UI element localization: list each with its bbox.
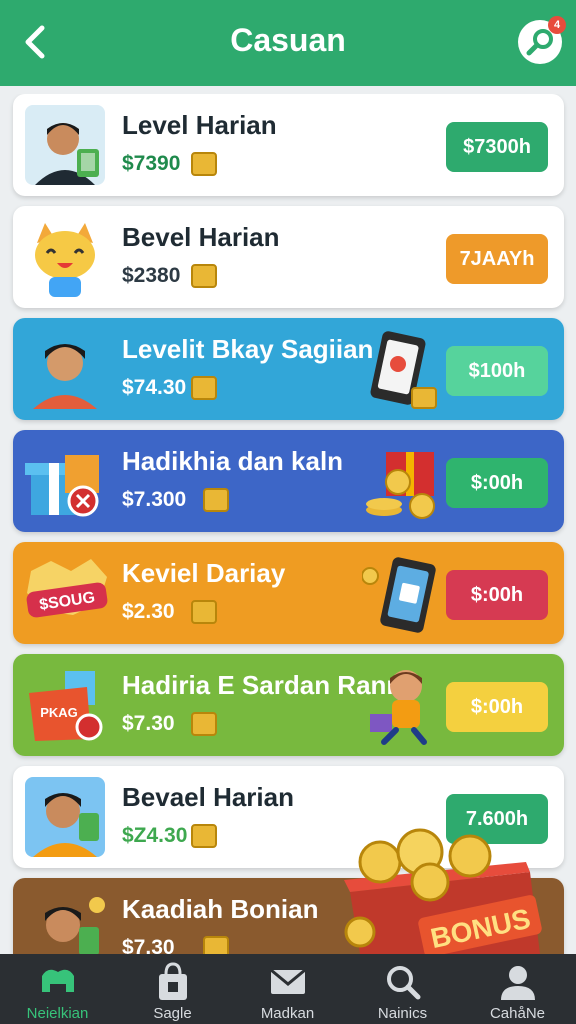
coin-icon	[191, 376, 217, 400]
reward-card[interactable]: Level Harian $7390 $7300h	[13, 94, 564, 196]
bottom-nav: Neielkian Sagle Madkan Nainics CahåNe	[0, 954, 576, 1024]
gift-bag-icon: PKAG	[25, 665, 105, 745]
coin-icon	[191, 712, 217, 736]
nav-label: Nainics	[377, 1005, 428, 1022]
search-button[interactable]: 4	[518, 16, 566, 64]
card-price: $74.30	[122, 376, 187, 399]
cat-mascot-icon	[25, 217, 105, 297]
avatar	[25, 777, 105, 857]
bonus-chest-illustration: BONUS	[340, 822, 576, 957]
nav-item-shop[interactable]: Sagle	[115, 954, 230, 1024]
claim-button[interactable]: $7300h	[446, 122, 548, 172]
reward-card[interactable]: $SOUG Keviel Dariay $2.30 $:00h	[13, 542, 564, 644]
user-icon	[501, 966, 535, 1000]
card-price: $2380	[122, 264, 181, 287]
claim-button[interactable]: $100h	[446, 346, 548, 396]
pet-icon	[42, 969, 74, 992]
bag-label-text: PKAG	[40, 705, 78, 720]
card-title: Level Harian	[122, 110, 277, 140]
card-price: $7390	[122, 152, 181, 175]
card-price: $Z4.30	[122, 824, 188, 847]
avatar	[25, 889, 105, 954]
nav-item-mail[interactable]: Madkan	[230, 954, 345, 1024]
nav-item-home[interactable]: Neielkian	[0, 954, 115, 1024]
claim-button[interactable]: $:00h	[446, 458, 548, 508]
card-title: Bevel Harian	[122, 222, 280, 252]
reward-card[interactable]: Hadikhia dan kaln $7.300 $:00h	[13, 430, 564, 532]
mail-icon	[270, 968, 306, 994]
coin-icon	[191, 264, 217, 288]
card-title: Kaadiah Bonian	[122, 894, 319, 924]
card-title: Keviel Dariay	[122, 558, 286, 588]
card-price: $7.30	[122, 936, 175, 954]
coin-icon	[203, 488, 229, 512]
avatar	[25, 105, 105, 185]
nav-label: Sagle	[153, 1005, 192, 1022]
coin-icon	[203, 936, 229, 954]
nav-item-search[interactable]: Nainics	[345, 954, 460, 1024]
phone-coins-icon	[362, 328, 442, 410]
page-title: Casuan	[230, 22, 346, 58]
sale-badge-icon: $SOUG	[21, 553, 113, 633]
kid-laptop-icon	[362, 664, 442, 746]
phone-coin-icon	[361, 552, 442, 634]
card-price: $2.30	[122, 600, 175, 623]
card-title: Hadikhia dan kaln	[122, 446, 344, 476]
card-title: Levelit Bkay Sagiian	[122, 334, 374, 364]
card-price: $7.30	[122, 712, 175, 735]
reward-card[interactable]: Bevel Harian $2380 7JAAYh	[13, 206, 564, 308]
card-price: $7.300	[122, 488, 187, 511]
gift-box-icon	[25, 441, 105, 521]
reward-card[interactable]: PKAG Hadiria E Sardan Rann $7.30 $:00h	[13, 654, 564, 756]
coin-icon	[191, 152, 217, 176]
coin-icon	[191, 600, 217, 624]
coin-icon	[191, 824, 217, 848]
card-title: Bevael Harian	[122, 782, 294, 812]
reward-card[interactable]: Levelit Bkay Sagiian $74.30 $100h	[13, 318, 564, 420]
claim-button[interactable]: $:00h	[446, 570, 548, 620]
avatar	[25, 329, 105, 409]
nav-label: Neielkian	[26, 1005, 89, 1022]
card-title: Hadiria E Sardan Rann	[122, 670, 403, 700]
claim-button[interactable]: $:00h	[446, 682, 548, 732]
search-icon	[387, 966, 421, 1000]
nav-item-profile[interactable]: CahåNe	[460, 954, 575, 1024]
shopping-bag-icon	[159, 962, 187, 1000]
app-header: Casuan 4	[0, 0, 576, 86]
notification-badge: 4	[548, 16, 566, 34]
claim-button[interactable]: 7JAAYh	[446, 234, 548, 284]
nav-label: CahåNe	[489, 1005, 546, 1022]
gift-coins-icon	[362, 440, 442, 522]
nav-label: Madkan	[260, 1005, 315, 1022]
